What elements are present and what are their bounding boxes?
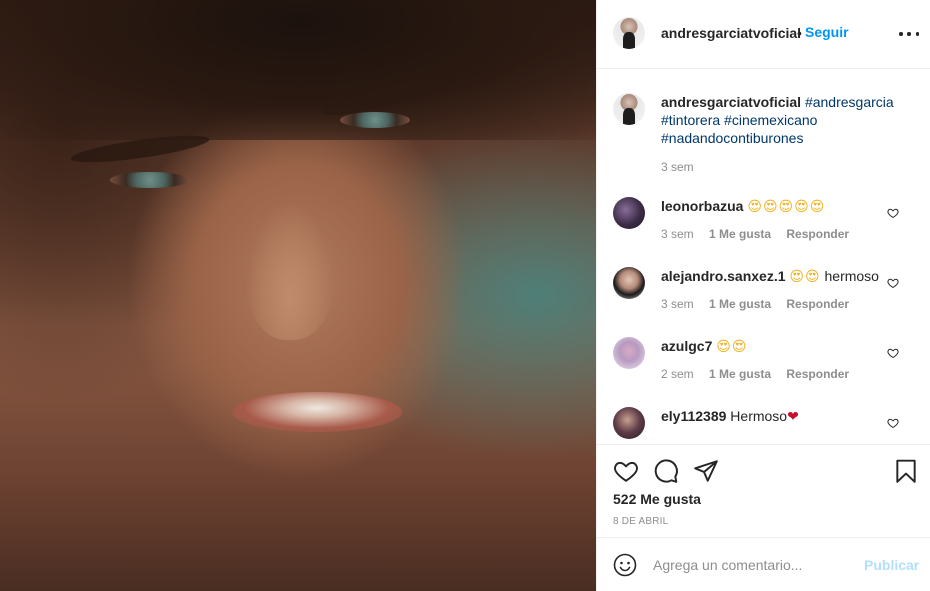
comment-meta: 3 sem 1 Me gusta Responder	[661, 227, 861, 241]
commenter-username[interactable]: azulgc7	[661, 338, 712, 354]
commenter-avatar[interactable]	[613, 337, 645, 369]
photo-left-eye	[110, 172, 190, 188]
comments-list[interactable]: andresgarciatvoficial #andresgarcia #tin…	[597, 69, 930, 445]
instagram-post-modal: andresgarciatvoficial • Seguir andresgar…	[0, 0, 930, 591]
caption-text: andresgarciatvoficial #andresgarcia #tin…	[661, 93, 911, 147]
post-header: andresgarciatvoficial • Seguir	[597, 0, 930, 69]
commenter-username[interactable]: alejandro.sanxez.1	[661, 268, 786, 284]
reply-button[interactable]: Responder	[786, 227, 849, 241]
post-date[interactable]: 8 DE ABRIL	[613, 516, 668, 527]
caption-avatar[interactable]	[613, 93, 645, 125]
owner-username[interactable]: andresgarciatvoficial	[661, 25, 801, 41]
publish-button[interactable]: Publicar	[864, 557, 919, 573]
hashtag-link[interactable]: #cinemexicano	[724, 112, 817, 128]
comment-likes[interactable]: 1 Me gusta	[709, 367, 771, 381]
comment-like-heart-icon[interactable]	[887, 207, 899, 219]
photo-nose-shade	[245, 200, 335, 340]
comment-likes[interactable]: 1 Me gusta	[709, 297, 771, 311]
save-bookmark-icon[interactable]	[893, 458, 919, 484]
comment-item: azulgc7 😍😍 2 sem 1 Me gusta Responder	[613, 337, 923, 397]
comment-body: leonorbazua 😍😍😍😍😍	[661, 197, 825, 215]
comment-body: alejandro.sanxez.1 😍😍 hermoso	[661, 267, 879, 285]
caption-time[interactable]: 3 sem	[661, 160, 694, 174]
comment-text: Hermoso	[730, 408, 788, 424]
comment-text: hermoso	[824, 268, 879, 284]
header-separator: •	[797, 25, 802, 41]
follow-button[interactable]: Seguir	[805, 24, 849, 40]
emoji-smiley-icon[interactable]	[613, 553, 637, 577]
comment-emoji: 😍😍	[789, 268, 821, 284]
comment-time[interactable]: 3 sem	[661, 297, 694, 311]
photo-right-eye	[340, 112, 410, 128]
like-heart-icon[interactable]	[613, 458, 639, 484]
comment-meta: 2 sem 1 Me gusta Responder	[661, 367, 861, 381]
commenter-username[interactable]: leonorbazua	[661, 198, 743, 214]
comment-emoji: 😍😍	[716, 338, 748, 354]
comment-time[interactable]: 3 sem	[661, 227, 694, 241]
caption-username[interactable]: andresgarciatvoficial	[661, 94, 801, 110]
comment-input[interactable]	[653, 553, 853, 577]
commenter-avatar[interactable]	[613, 197, 645, 229]
share-paper-plane-icon[interactable]	[693, 458, 719, 484]
comment-like-heart-icon[interactable]	[887, 347, 899, 359]
owner-avatar[interactable]	[613, 17, 645, 49]
comment-meta: 3 sem 1 Me gusta Responder	[661, 297, 861, 311]
hashtag-link[interactable]: #nadandocontiburones	[661, 130, 803, 146]
comment-body: azulgc7 😍😍	[661, 337, 747, 355]
comment-item: leonorbazua 😍😍😍😍😍 3 sem 1 Me gusta Respo…	[613, 197, 923, 257]
add-comment-bar: Publicar	[597, 539, 930, 591]
comment-time[interactable]: 2 sem	[661, 367, 694, 381]
comment-like-heart-icon[interactable]	[887, 417, 899, 429]
commenter-avatar[interactable]	[613, 407, 645, 439]
reply-button[interactable]: Responder	[786, 367, 849, 381]
commenter-avatar[interactable]	[613, 267, 645, 299]
comment-item: alejandro.sanxez.1 😍😍 hermoso 3 sem 1 Me…	[613, 267, 923, 327]
comment-likes[interactable]: 1 Me gusta	[709, 227, 771, 241]
post-actions: 522 Me gusta 8 DE ABRIL	[597, 446, 930, 538]
photo-hair-shade	[0, 0, 596, 140]
comment-emoji: 😍😍😍😍😍	[747, 198, 826, 214]
reply-button[interactable]: Responder	[786, 297, 849, 311]
post-photo[interactable]	[0, 0, 596, 591]
comment-like-heart-icon[interactable]	[887, 277, 899, 289]
commenter-username[interactable]: ely112389	[661, 408, 726, 424]
photo-mouth	[232, 392, 402, 432]
red-heart-emoji: ❤	[787, 408, 799, 424]
hashtag-link[interactable]: #tintorera	[661, 112, 720, 128]
comment-bubble-icon[interactable]	[653, 458, 679, 484]
more-options-icon[interactable]	[899, 24, 919, 44]
likes-count[interactable]: 522 Me gusta	[613, 491, 701, 507]
comment-item: ely112389 Hermoso❤	[613, 407, 923, 444]
comment-body: ely112389 Hermoso❤	[661, 407, 799, 425]
hashtag-link[interactable]: #andresgarcia	[805, 94, 894, 110]
post-side-panel: andresgarciatvoficial • Seguir andresgar…	[596, 0, 930, 591]
